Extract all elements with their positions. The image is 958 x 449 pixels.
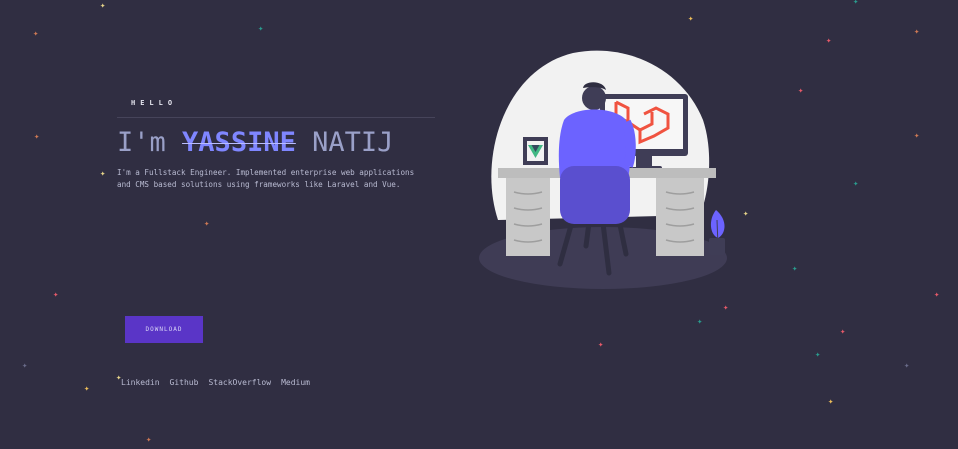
star-icon: ✦ xyxy=(598,340,604,350)
star-icon: ✦ xyxy=(826,36,832,46)
star-icon: ✦ xyxy=(792,264,798,274)
star-icon: ✦ xyxy=(914,131,920,141)
drawer-right xyxy=(656,178,704,256)
link-linkedin[interactable]: Linkedin xyxy=(121,378,160,387)
link-stackoverflow[interactable]: StackOverflow xyxy=(208,378,271,387)
greeting-label: HELLO xyxy=(131,99,178,107)
chair-back xyxy=(560,166,630,224)
star-icon: ✦ xyxy=(53,290,59,300)
star-icon: ✦ xyxy=(934,290,940,300)
star-icon: ✦ xyxy=(204,219,210,229)
divider xyxy=(117,117,435,118)
link-medium[interactable]: Medium xyxy=(281,378,310,387)
star-icon: ✦ xyxy=(828,397,834,407)
title-prefix: I'm xyxy=(117,127,166,158)
person-head xyxy=(582,86,606,110)
download-button[interactable]: DOWNLOAD xyxy=(125,316,203,343)
link-github[interactable]: Github xyxy=(170,378,199,387)
star-icon: ✦ xyxy=(258,24,264,34)
star-icon: ✦ xyxy=(853,179,859,189)
page-title: I'm YASSINE NATIJ xyxy=(117,127,393,158)
star-icon: ✦ xyxy=(815,350,821,360)
star-icon: ✦ xyxy=(84,384,90,394)
star-icon: ✦ xyxy=(853,0,859,7)
intro-line-1: I'm a Fullstack Engineer. Implemented en… xyxy=(117,168,415,177)
star-icon: ✦ xyxy=(100,169,106,179)
star-icon: ✦ xyxy=(146,435,152,445)
star-icon: ✦ xyxy=(798,86,804,96)
drawer-left xyxy=(506,178,550,256)
star-icon: ✦ xyxy=(33,29,39,39)
plant-pot xyxy=(709,238,725,255)
star-icon: ✦ xyxy=(904,361,910,371)
star-icon: ✦ xyxy=(840,327,846,337)
last-name: NATIJ xyxy=(312,127,394,158)
star-icon: ✦ xyxy=(34,132,40,142)
star-icon: ✦ xyxy=(743,209,749,219)
star-icon: ✦ xyxy=(723,303,729,313)
star-icon: ✦ xyxy=(697,317,703,327)
intro-line-2: and CMS based solutions using frameworks… xyxy=(117,180,401,189)
star-icon: ✦ xyxy=(22,361,28,371)
star-icon: ✦ xyxy=(100,1,106,11)
social-links: Linkedin Github StackOverflow Medium xyxy=(121,378,310,387)
star-icon: ✦ xyxy=(688,14,694,24)
developer-at-desk-illustration xyxy=(479,50,727,289)
first-name: YASSINE xyxy=(182,127,296,158)
intro-description: I'm a Fullstack Engineer. Implemented en… xyxy=(117,167,447,191)
star-icon: ✦ xyxy=(914,27,920,37)
